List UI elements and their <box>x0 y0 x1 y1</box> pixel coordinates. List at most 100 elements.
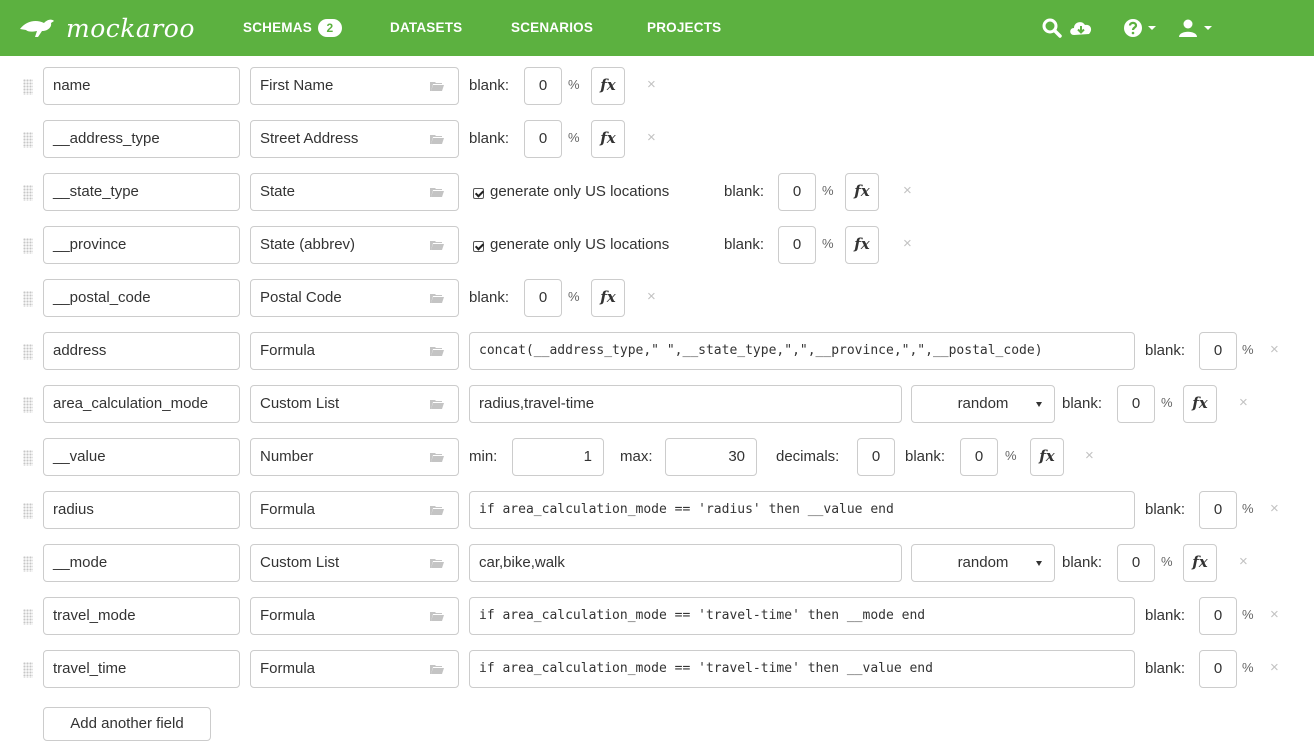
blank-percent-input[interactable]: 0 <box>778 173 816 211</box>
nav-scenarios[interactable]: SCENARIOS <box>511 0 593 56</box>
selection-style-select[interactable]: random <box>911 385 1055 423</box>
formula-fx-button[interactable]: fx <box>845 173 879 211</box>
field-type-selector[interactable]: Postal Code <box>250 279 459 317</box>
drag-handle-icon[interactable] <box>23 662 33 678</box>
drag-handle-icon[interactable] <box>23 79 33 95</box>
min-input[interactable]: 1 <box>512 438 604 476</box>
field-type-selector[interactable]: Formula <box>250 597 459 635</box>
selection-style-select[interactable]: random <box>911 544 1055 582</box>
remove-field-icon[interactable]: × <box>1270 500 1279 517</box>
field-name-input[interactable]: __postal_code <box>43 279 240 317</box>
formula-fx-button[interactable]: fx <box>1183 544 1217 582</box>
nav-datasets[interactable]: DATASETS <box>390 0 462 56</box>
folder-icon[interactable] <box>430 399 444 409</box>
us-only-checkbox[interactable] <box>473 241 484 252</box>
remove-field-icon[interactable]: × <box>647 76 656 93</box>
help-caret-icon[interactable] <box>1148 26 1156 30</box>
field-name-input[interactable]: name <box>43 67 240 105</box>
folder-icon[interactable] <box>430 81 444 91</box>
blank-percent-input[interactable]: 0 <box>524 67 562 105</box>
folder-icon[interactable] <box>430 611 444 621</box>
drag-handle-icon[interactable] <box>23 185 33 201</box>
field-type-selector[interactable]: Formula <box>250 650 459 688</box>
formula-fx-button[interactable]: fx <box>1030 438 1064 476</box>
drag-handle-icon[interactable] <box>23 291 33 307</box>
drag-handle-icon[interactable] <box>23 503 33 519</box>
formula-fx-button[interactable]: fx <box>591 67 625 105</box>
remove-field-icon[interactable]: × <box>903 235 912 252</box>
blank-percent-input[interactable]: 0 <box>524 120 562 158</box>
drag-handle-icon[interactable] <box>23 609 33 625</box>
formula-fx-button[interactable]: fx <box>1183 385 1217 423</box>
blank-percent-input[interactable]: 0 <box>524 279 562 317</box>
remove-field-icon[interactable]: × <box>647 288 656 305</box>
remove-field-icon[interactable]: × <box>1270 659 1279 676</box>
blank-percent-input[interactable]: 0 <box>1199 597 1237 635</box>
blank-percent-input[interactable]: 0 <box>960 438 998 476</box>
nav-schemas[interactable]: SCHEMAS 2 <box>243 0 342 56</box>
field-name-input[interactable]: radius <box>43 491 240 529</box>
blank-percent-input[interactable]: 0 <box>1199 332 1237 370</box>
field-type-selector[interactable]: Custom List <box>250 544 459 582</box>
formula-input[interactable]: if area_calculation_mode == 'radius' the… <box>469 491 1135 529</box>
user-icon[interactable] <box>1177 17 1199 39</box>
drag-handle-icon[interactable] <box>23 344 33 360</box>
nav-projects[interactable]: PROJECTS <box>647 0 721 56</box>
field-name-input[interactable]: travel_mode <box>43 597 240 635</box>
folder-icon[interactable] <box>430 558 444 568</box>
remove-field-icon[interactable]: × <box>903 182 912 199</box>
formula-fx-button[interactable]: fx <box>591 279 625 317</box>
field-type-selector[interactable]: Custom List <box>250 385 459 423</box>
field-name-input[interactable]: __value <box>43 438 240 476</box>
drag-handle-icon[interactable] <box>23 238 33 254</box>
field-name-input[interactable]: __state_type <box>43 173 240 211</box>
field-type-selector[interactable]: Formula <box>250 491 459 529</box>
field-name-input[interactable]: __mode <box>43 544 240 582</box>
field-type-selector[interactable]: State <box>250 173 459 211</box>
field-name-input[interactable]: __province <box>43 226 240 264</box>
blank-percent-input[interactable]: 0 <box>1199 491 1237 529</box>
field-type-selector[interactable]: Street Address <box>250 120 459 158</box>
folder-icon[interactable] <box>430 134 444 144</box>
folder-icon[interactable] <box>430 240 444 250</box>
us-only-checkbox[interactable] <box>473 188 484 199</box>
search-icon[interactable] <box>1041 17 1063 39</box>
blank-percent-input[interactable]: 0 <box>1117 385 1155 423</box>
formula-fx-button[interactable]: fx <box>591 120 625 158</box>
formula-input[interactable]: if area_calculation_mode == 'travel-time… <box>469 650 1135 688</box>
decimals-input[interactable]: 0 <box>857 438 895 476</box>
blank-percent-input[interactable]: 0 <box>1199 650 1237 688</box>
remove-field-icon[interactable]: × <box>647 129 656 146</box>
folder-icon[interactable] <box>430 187 444 197</box>
formula-input[interactable]: concat(__address_type," ",__state_type,"… <box>469 332 1135 370</box>
folder-icon[interactable] <box>430 505 444 515</box>
brand-logo[interactable]: mockaroo <box>18 10 195 46</box>
field-type-selector[interactable]: Formula <box>250 332 459 370</box>
field-type-selector[interactable]: Number <box>250 438 459 476</box>
user-caret-icon[interactable] <box>1204 26 1212 30</box>
folder-icon[interactable] <box>430 293 444 303</box>
field-name-input[interactable]: area_calculation_mode <box>43 385 240 423</box>
custom-list-values-input[interactable]: radius,travel-time <box>469 385 902 423</box>
field-name-input[interactable]: travel_time <box>43 650 240 688</box>
formula-input[interactable]: if area_calculation_mode == 'travel-time… <box>469 597 1135 635</box>
remove-field-icon[interactable]: × <box>1239 553 1248 570</box>
field-type-selector[interactable]: First Name <box>250 67 459 105</box>
remove-field-icon[interactable]: × <box>1239 394 1248 411</box>
remove-field-icon[interactable]: × <box>1085 447 1094 464</box>
folder-icon[interactable] <box>430 664 444 674</box>
drag-handle-icon[interactable] <box>23 450 33 466</box>
remove-field-icon[interactable]: × <box>1270 606 1279 623</box>
field-type-selector[interactable]: State (abbrev) <box>250 226 459 264</box>
drag-handle-icon[interactable] <box>23 397 33 413</box>
field-name-input[interactable]: address <box>43 332 240 370</box>
formula-fx-button[interactable]: fx <box>845 226 879 264</box>
remove-field-icon[interactable]: × <box>1270 341 1279 358</box>
help-icon[interactable] <box>1122 17 1144 39</box>
blank-percent-input[interactable]: 0 <box>1117 544 1155 582</box>
field-name-input[interactable]: __address_type <box>43 120 240 158</box>
cloud-download-icon[interactable] <box>1068 17 1094 39</box>
blank-percent-input[interactable]: 0 <box>778 226 816 264</box>
max-input[interactable]: 30 <box>665 438 757 476</box>
folder-icon[interactable] <box>430 452 444 462</box>
